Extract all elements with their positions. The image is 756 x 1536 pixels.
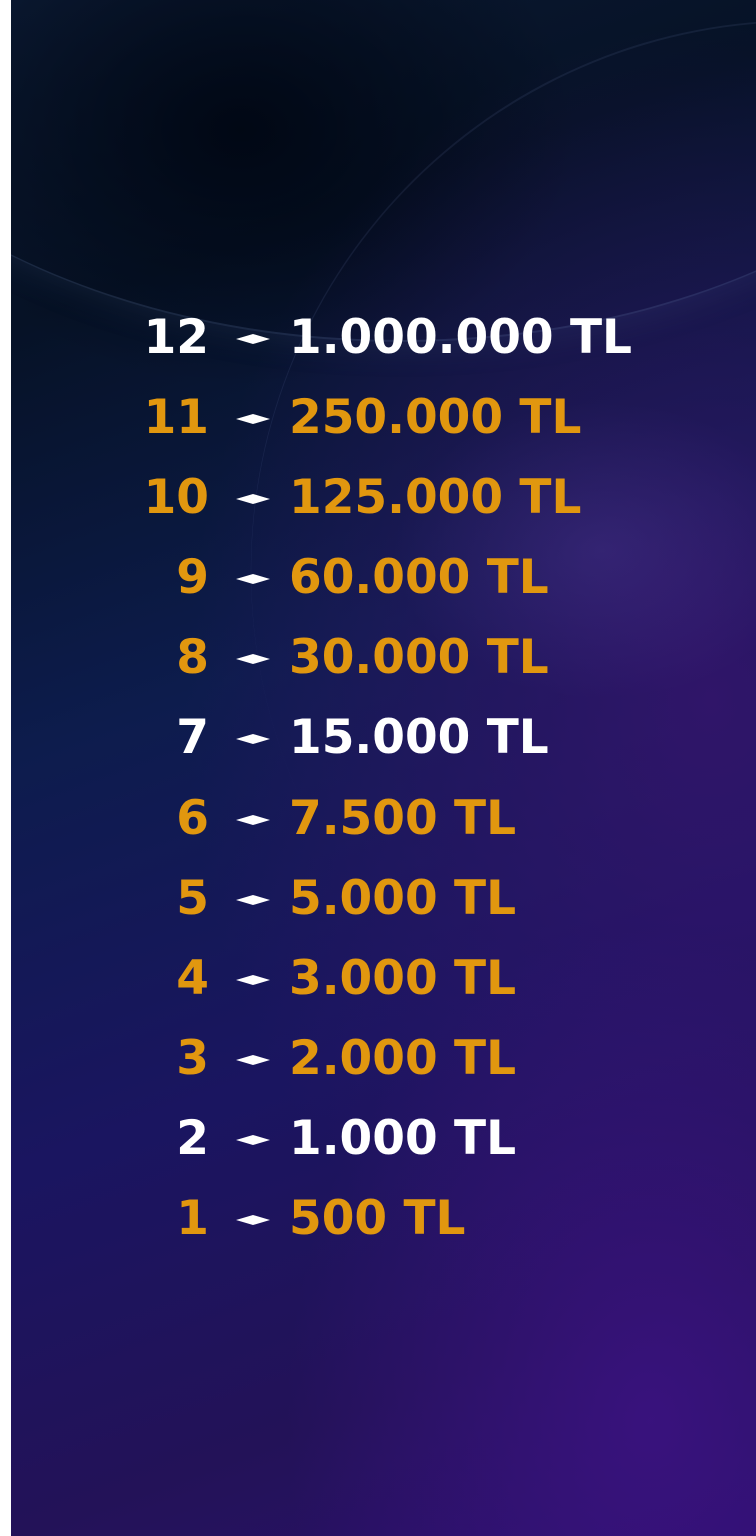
level-number: 3 <box>176 1030 209 1086</box>
ladder-row-level-11: 11 250.000 TL <box>11 378 756 458</box>
ladder-row-level-8: 8 30.000 TL <box>11 618 756 698</box>
prize-amount: 60.000 TL <box>289 550 549 606</box>
level-number: 6 <box>176 790 209 846</box>
level-number: 4 <box>176 950 209 1006</box>
prize-amount: 1.000 TL <box>289 1110 517 1166</box>
prize-amount: 15.000 TL <box>289 710 549 766</box>
prize-amount: 500 TL <box>289 1191 466 1247</box>
diamond-bullet-icon <box>236 494 270 505</box>
diamond-bullet-icon <box>236 1054 270 1065</box>
ladder-row-level-4: 4 3.000 TL <box>11 939 756 1019</box>
diamond-bullet-icon <box>236 574 270 585</box>
ladder-row-level-12: 12 1.000.000 TL <box>11 298 756 378</box>
prize-amount: 125.000 TL <box>289 470 582 526</box>
level-number: 9 <box>176 550 209 606</box>
diamond-bullet-icon <box>236 894 270 905</box>
level-number: 7 <box>176 710 209 766</box>
level-number: 10 <box>143 470 209 526</box>
ladder-row-level-5: 5 5.000 TL <box>11 859 756 939</box>
level-number: 5 <box>176 870 209 926</box>
prize-amount: 7.500 TL <box>289 790 517 846</box>
prize-amount: 30.000 TL <box>289 630 549 686</box>
ladder-row-level-3: 3 2.000 TL <box>11 1019 756 1099</box>
diamond-bullet-icon <box>236 334 270 344</box>
level-number: 12 <box>143 310 209 365</box>
ladder-row-level-2: 2 1.000 TL <box>11 1099 756 1179</box>
diamond-bullet-icon <box>236 654 270 665</box>
prize-amount: 250.000 TL <box>289 390 582 446</box>
diamond-bullet-icon <box>236 734 270 745</box>
diamond-bullet-icon <box>236 1134 270 1145</box>
ladder-row-level-10: 10 125.000 TL <box>11 458 756 538</box>
prize-amount: 2.000 TL <box>289 1030 517 1086</box>
level-number: 2 <box>176 1110 209 1166</box>
background-arc <box>11 0 756 342</box>
ladder-row-level-6: 6 7.500 TL <box>11 779 756 859</box>
ladder-row-level-1: 1 500 TL <box>11 1179 756 1259</box>
ladder-row-level-7: 7 15.000 TL <box>11 698 756 778</box>
level-number: 11 <box>143 390 209 446</box>
prize-amount: 1.000.000 TL <box>289 310 632 365</box>
prize-amount: 5.000 TL <box>289 870 517 926</box>
money-ladder: 12 1.000.000 TL 11 250.000 TL 10 125.000 TL 9 6… <box>11 298 756 1259</box>
diamond-bullet-icon <box>236 974 270 985</box>
diamond-bullet-icon <box>236 414 270 425</box>
level-number: 1 <box>176 1191 209 1247</box>
ladder-row-level-9: 9 60.000 TL <box>11 538 756 618</box>
level-number: 8 <box>176 630 209 686</box>
diamond-bullet-icon <box>236 1215 270 1226</box>
game-screen: 12 1.000.000 TL 11 250.000 TL 10 125.000 TL 9 6… <box>11 0 756 1536</box>
prize-amount: 3.000 TL <box>289 950 517 1006</box>
diamond-bullet-icon <box>236 814 270 825</box>
